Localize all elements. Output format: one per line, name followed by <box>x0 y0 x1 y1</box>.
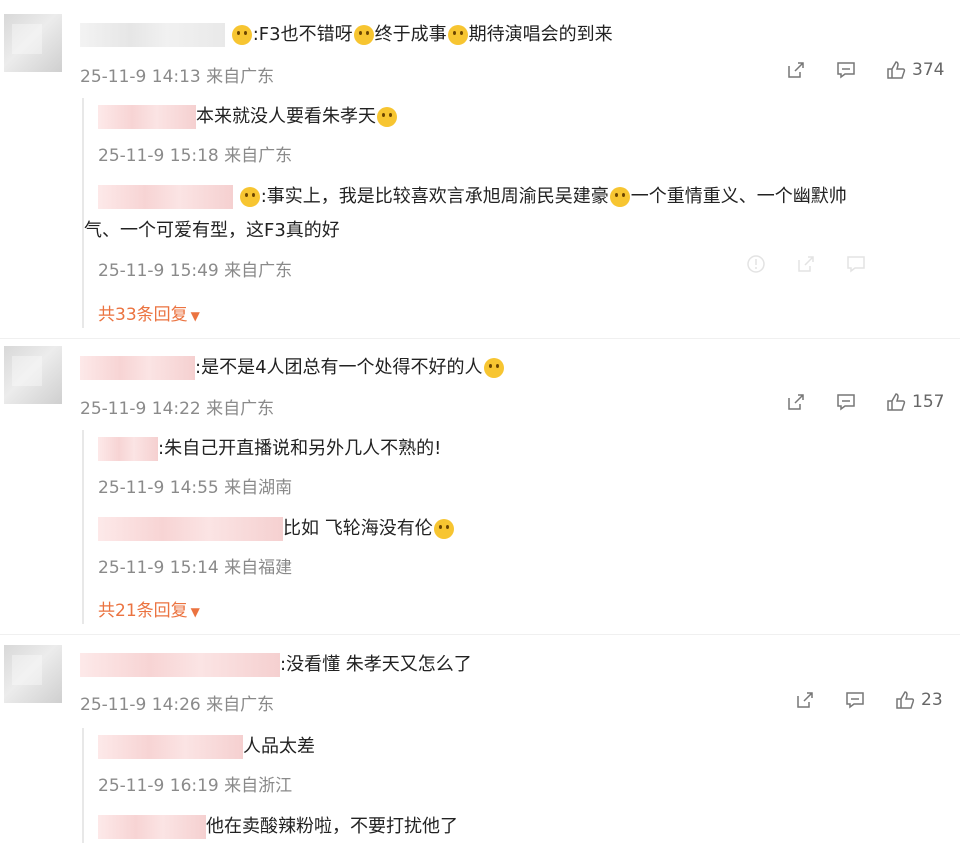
username[interactable] <box>80 356 195 380</box>
emoji-icon <box>433 519 454 539</box>
reply-text: 本来就没人要看朱孝天 <box>98 104 398 130</box>
share-icon[interactable] <box>796 254 816 278</box>
comment-actions: 23 <box>795 690 943 710</box>
username[interactable] <box>98 815 206 839</box>
comment-meta: 25-11-9 14:26 来自广东 <box>80 695 275 715</box>
caret-down-icon: ▼ <box>190 309 200 323</box>
comment-icon[interactable] <box>836 392 856 412</box>
emoji-icon <box>231 25 252 45</box>
more-replies-link[interactable]: 共21条回复 ▼ <box>98 596 200 621</box>
comment-text: :没看懂 朱孝天又怎么了 <box>80 652 472 678</box>
comment-icon[interactable] <box>836 60 856 80</box>
reply-meta: 25-11-9 15:49 来自广东 <box>98 261 293 281</box>
reply-text: :朱自己开直播说和另外几人不熟的! <box>98 436 441 462</box>
avatar[interactable] <box>4 645 62 703</box>
avatar[interactable] <box>4 14 62 72</box>
avatar[interactable] <box>4 346 62 404</box>
reply-list: :朱自己开直播说和另外几人不熟的! 25-11-9 14:55 来自湖南 比如 … <box>82 430 954 624</box>
reply-text-continued: 气、一个可爱有型，这F3真的好 <box>84 220 340 241</box>
username[interactable] <box>98 517 283 541</box>
emoji-icon <box>609 187 630 207</box>
share-icon[interactable] <box>786 60 806 80</box>
reply-meta: 25-11-9 15:18 来自广东 <box>98 146 293 166</box>
share-icon[interactable] <box>786 392 806 412</box>
username[interactable] <box>98 105 196 129</box>
caret-down-icon: ▼ <box>190 605 200 619</box>
reply-list: 本来就没人要看朱孝天 25-11-9 15:18 来自广东 :事实上，我是比较喜… <box>82 98 954 328</box>
divider <box>0 634 960 635</box>
reply-text: 他在卖酸辣粉啦，不要打扰他了 <box>98 814 458 840</box>
like-count: 23 <box>921 690 943 710</box>
divider <box>0 338 960 339</box>
username[interactable] <box>98 735 243 759</box>
like-count: 374 <box>912 60 945 80</box>
emoji-icon <box>483 358 504 378</box>
like-count: 157 <box>912 392 945 412</box>
report-icon[interactable] <box>746 254 766 278</box>
comment-icon[interactable] <box>846 254 866 278</box>
reply-text: 人品太差 <box>98 734 315 760</box>
username[interactable] <box>98 437 158 461</box>
comment-actions: 374 <box>786 60 944 80</box>
reply-meta: 25-11-9 14:55 来自湖南 <box>98 478 293 498</box>
username[interactable] <box>98 185 233 209</box>
emoji-icon <box>353 25 374 45</box>
comment-text: :是不是4人团总有一个处得不好的人 <box>80 355 505 381</box>
comment-meta: 25-11-9 14:22 来自广东 <box>80 399 275 419</box>
thumbs-up-icon[interactable] <box>895 690 915 710</box>
reply-text: :事实上，我是比较喜欢言承旭周渝民吴建豪 一个重情重义、一个幽默帅 <box>98 184 847 210</box>
thumbs-up-icon[interactable] <box>886 60 906 80</box>
more-replies-link[interactable]: 共33条回复 ▼ <box>98 300 200 325</box>
reply-list: 人品太差 25-11-9 16:19 来自浙江 他在卖酸辣粉啦，不要打扰他了 <box>82 728 954 843</box>
username[interactable] <box>80 23 225 47</box>
thumbs-up-icon[interactable] <box>886 392 906 412</box>
comment-actions: 157 <box>786 392 944 412</box>
emoji-icon <box>377 107 397 127</box>
emoji-icon <box>447 25 468 45</box>
share-icon[interactable] <box>795 690 815 710</box>
reply-text: 比如 飞轮海没有伦 <box>98 516 455 542</box>
comment-icon[interactable] <box>845 690 865 710</box>
comment-meta: 25-11-9 14:13 来自广东 <box>80 67 275 87</box>
reply-meta: 25-11-9 16:19 来自浙江 <box>98 776 293 796</box>
emoji-icon <box>239 187 260 207</box>
username[interactable] <box>80 653 280 677</box>
comment-text: :F3也不错呀 终于成事 期待演唱会的到来 <box>80 22 613 48</box>
reply-meta: 25-11-9 15:14 来自福建 <box>98 558 293 578</box>
